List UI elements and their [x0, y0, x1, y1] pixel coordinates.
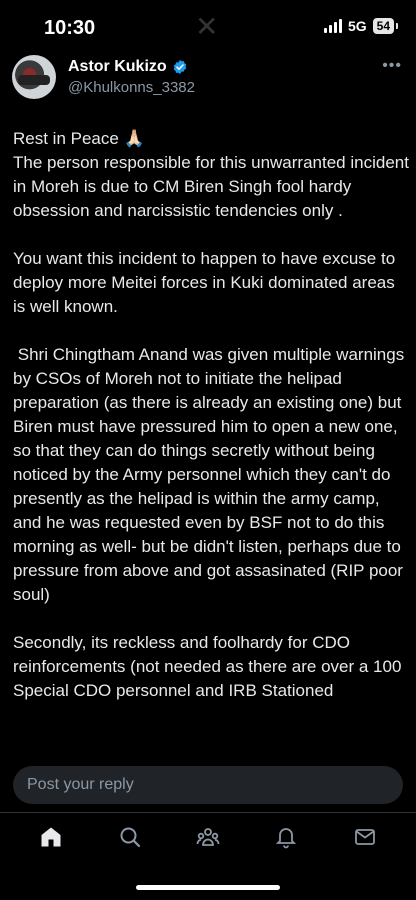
network-label: 5G	[347, 18, 367, 34]
reply-bar	[0, 764, 416, 812]
tab-messages[interactable]	[345, 817, 385, 857]
status-bar: 10:30 ✕ 5G 54	[0, 0, 416, 52]
author-name-row[interactable]: Astor Kukizo	[68, 58, 188, 76]
post-paragraph: Secondly, its reckless and foolhardy for…	[13, 633, 407, 700]
home-icon	[41, 827, 61, 847]
post-paragraph: You want this incident to happen to have…	[13, 249, 400, 316]
tab-notifications[interactable]	[266, 817, 306, 857]
status-time: 10:30	[44, 17, 96, 39]
status-indicators: 5G 54	[323, 18, 399, 34]
home-indicator[interactable]	[136, 885, 280, 890]
verified-badge-icon	[173, 60, 186, 74]
author-handle[interactable]: @Khulkonns_3382	[68, 79, 195, 96]
signal-icon	[323, 19, 342, 33]
notifications-icon	[276, 828, 297, 849]
post-header: Astor Kukizo @Khulkonns_3382 •••	[0, 55, 416, 115]
more-options-icon[interactable]: •••	[382, 57, 402, 75]
post-text: Rest in Peace 🙏🏻 The person responsible …	[13, 127, 409, 760]
communities-icon	[196, 828, 220, 846]
search-icon	[120, 827, 140, 848]
bottom-tab-bar	[0, 813, 416, 861]
close-icon: ✕	[195, 11, 219, 42]
tab-search[interactable]	[110, 817, 150, 857]
tab-home[interactable]	[31, 817, 71, 857]
messages-icon	[354, 829, 375, 845]
author-name[interactable]: Astor Kukizo	[68, 58, 167, 76]
tab-communities[interactable]	[188, 817, 228, 857]
avatar[interactable]	[12, 55, 56, 99]
post-paragraph: Rest in Peace 🙏🏻 The person responsible …	[13, 129, 409, 220]
reply-input[interactable]	[13, 766, 403, 804]
battery-icon: 54	[372, 18, 399, 34]
post-paragraph: Shri Chingtham Anand was given multiple …	[13, 345, 409, 604]
